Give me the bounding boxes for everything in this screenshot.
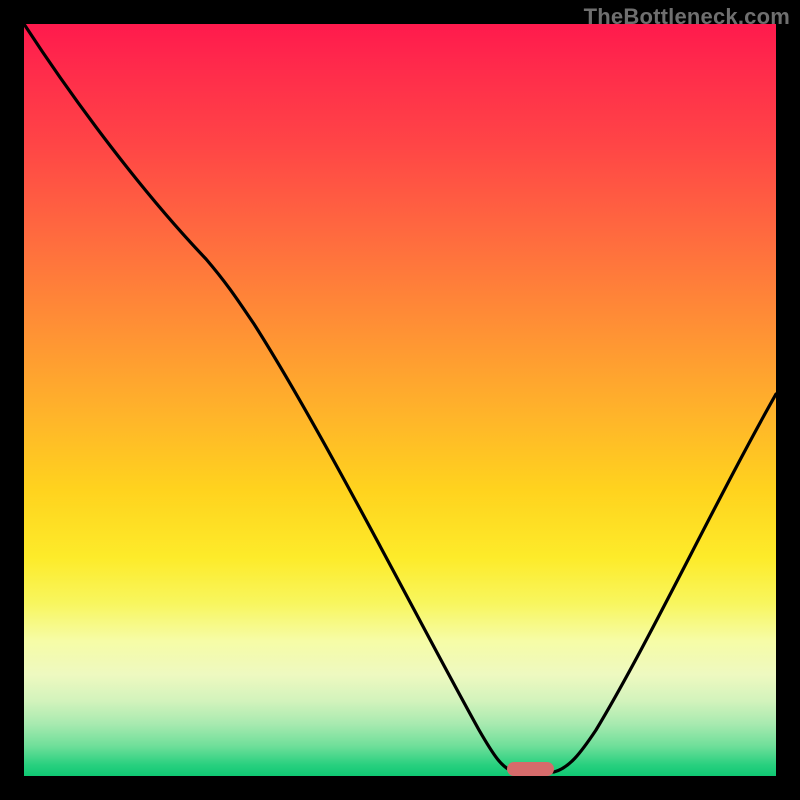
chart-frame: TheBottleneck.com	[0, 0, 800, 800]
optimal-range-marker	[507, 762, 554, 776]
bottleneck-curve	[24, 24, 776, 776]
plot-area	[24, 24, 776, 776]
